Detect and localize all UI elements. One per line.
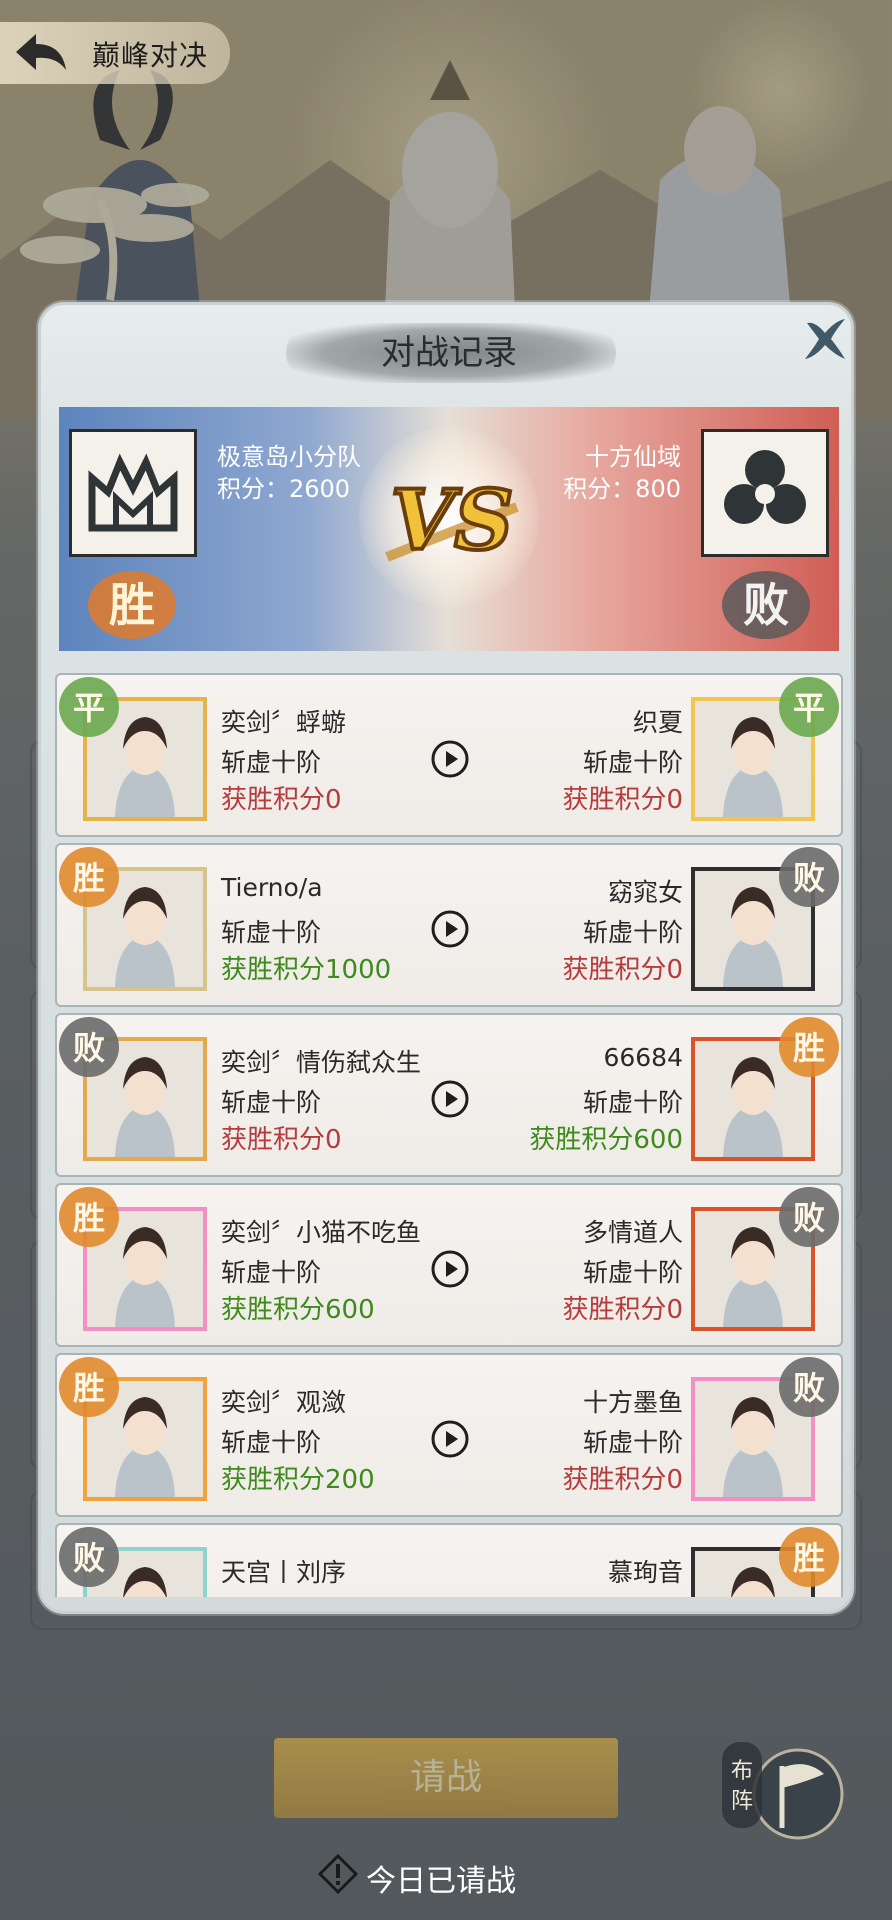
svg-text:胜: 胜	[793, 1029, 825, 1067]
right-team-name: 十方仙域	[585, 443, 681, 471]
right-result-seal: 败	[777, 1355, 841, 1419]
replay-play-icon[interactable]	[430, 1419, 470, 1459]
warning-diamond-icon	[318, 1854, 358, 1894]
left-result-seal: 败	[57, 1015, 121, 1079]
left-player-points: 获胜积分1000	[221, 955, 392, 985]
right-player-name: 窈窕女	[607, 878, 683, 907]
daily-note-text: 今日已请战	[366, 1864, 516, 1899]
svg-text:平: 平	[793, 689, 825, 727]
svg-text:败: 败	[73, 1029, 105, 1067]
record-row: 胜奕剑〞小猫不吃鱼 斩虚十阶 获胜积分600 多情道人 斩虚十阶 获胜积分0 败	[55, 1183, 843, 1347]
svg-text:败: 败	[793, 1369, 825, 1407]
left-player-rank: 斩虚十阶	[221, 1428, 322, 1457]
left-team-result-seal: 胜	[87, 565, 177, 643]
svg-text:败: 败	[743, 578, 789, 632]
dialog-title: 对战记录	[381, 333, 517, 373]
formation-flag-icon: 布 阵	[722, 1742, 844, 1840]
right-player-rank: 斩虚十阶	[582, 1428, 683, 1457]
right-result-seal: 平	[777, 675, 841, 739]
right-player-rank: 斩虚十阶	[582, 748, 683, 777]
svg-text:胜: 胜	[109, 578, 155, 632]
record-row: 平奕剑〞蜉蝣斩虚十阶获胜积分0 织夏斩虚十阶获胜积分0 平	[55, 673, 843, 837]
left-team-score: 积分：2600	[217, 475, 351, 503]
left-player-rank: 斩虚十阶	[221, 1088, 322, 1117]
formation-button[interactable]: 布 阵	[716, 1736, 846, 1846]
replay-play-icon[interactable]	[430, 1249, 470, 1289]
record-row: 胜奕剑〞观潋斩虚十阶获胜积分200 十方墨鱼斩虚十阶获胜积分0 败	[55, 1353, 843, 1517]
right-team-result-seal: 败	[721, 565, 811, 643]
right-player-points: 获胜积分0	[562, 785, 683, 815]
svg-text:胜: 胜	[73, 1369, 105, 1407]
right-player-name: 66684	[603, 1043, 683, 1072]
left-player-name: 天宫丨刘序	[221, 1558, 347, 1587]
svg-text:平: 平	[73, 689, 105, 727]
left-player-rank: 斩虚十阶	[221, 748, 322, 777]
right-result-seal: 败	[777, 845, 841, 909]
back-arrow-icon	[16, 34, 66, 70]
svg-text:VS: VS	[391, 473, 514, 569]
right-result-seal: 胜	[777, 1015, 841, 1079]
battle-record-dialog: 对战记录 极意岛小分队 积分：2600 胜 VS 十方仙域 积分：800 败 平…	[38, 302, 854, 1614]
left-player-name: 奕剑〞观潋	[221, 1388, 347, 1417]
record-list[interactable]: 平奕剑〞蜉蝣 斩虚十阶 获胜积分0 织夏 斩虚十阶 获胜积分0 平胜 Tierno/a 斩虚十阶…	[55, 673, 843, 1597]
left-result-seal: 胜	[57, 1355, 121, 1419]
svg-text:胜: 胜	[73, 859, 105, 897]
svg-text:败: 败	[793, 1199, 825, 1237]
left-player-rank: 斩虚十阶	[221, 918, 322, 947]
replay-play-icon[interactable]	[430, 909, 470, 949]
left-player-name: 奕剑〞小猫不吃鱼	[221, 1218, 422, 1247]
left-player-points: 获胜积分0	[221, 1125, 342, 1155]
right-player-name: 织夏	[632, 708, 683, 737]
vs-emblem-icon: VS	[385, 471, 519, 571]
record-row: 胜 Tierno/a 斩虚十阶获胜积分1000 窈窕女斩虚十阶获胜积分0 败	[55, 843, 843, 1007]
right-result-seal: 败	[777, 1185, 841, 1249]
right-player-rank: 斩虚十阶	[582, 1258, 683, 1287]
left-player-rank: 斩虚十阶	[221, 1258, 322, 1287]
left-result-seal: 胜	[57, 845, 121, 909]
formation-label-2: 阵	[731, 1789, 753, 1814]
svg-text:胜: 胜	[73, 1199, 105, 1237]
record-row: 败天宫丨刘序 慕珣音 胜	[55, 1523, 843, 1597]
crown-emblem-icon	[88, 453, 178, 532]
right-result-seal: 胜	[777, 1525, 841, 1589]
vs-banner: 极意岛小分队 积分：2600 胜 VS 十方仙域 积分：800 败	[59, 407, 839, 651]
left-player-name: 奕剑〞情伤弑众生	[221, 1048, 422, 1077]
svg-text:败: 败	[73, 1539, 105, 1577]
right-player-rank: 斩虚十阶	[582, 918, 683, 947]
left-player-points: 获胜积分0	[221, 785, 342, 815]
right-player-points: 获胜积分600	[529, 1125, 683, 1155]
replay-play-icon[interactable]	[430, 739, 470, 779]
left-player-points: 获胜积分600	[221, 1295, 375, 1325]
left-result-seal: 胜	[57, 1185, 121, 1249]
right-player-points: 获胜积分0	[562, 1295, 683, 1325]
svg-text:败: 败	[793, 859, 825, 897]
back-button[interactable]: 巅峰对决	[0, 22, 230, 84]
right-player-name: 多情道人	[582, 1218, 683, 1247]
right-player-rank: 斩虚十阶	[582, 1088, 683, 1117]
close-icon[interactable]	[801, 315, 849, 363]
left-player-points: 获胜积分200	[221, 1465, 375, 1495]
record-row: 败奕剑〞情伤弑众生 斩虚十阶 获胜积分0 66684 斩虚十阶 获胜积分600 胜	[55, 1013, 843, 1177]
left-player-name: Tierno/a	[221, 873, 323, 902]
left-team-name: 极意岛小分队	[217, 443, 361, 471]
left-result-seal: 败	[57, 1525, 121, 1589]
right-team-score: 积分：800	[563, 475, 681, 503]
trefoil-emblem-icon	[724, 450, 806, 524]
left-team-emblem	[69, 429, 197, 557]
left-result-seal: 平	[57, 675, 121, 739]
formation-label-1: 布	[731, 1759, 753, 1784]
right-player-name: 慕珣音	[607, 1558, 683, 1587]
challenge-button[interactable]: 请战	[274, 1738, 618, 1818]
right-player-points: 获胜积分0	[562, 1465, 683, 1495]
page-title: 巅峰对决	[92, 39, 209, 72]
right-team-emblem	[701, 429, 829, 557]
right-player-name: 十方墨鱼	[582, 1388, 683, 1417]
left-player-name: 奕剑〞蜉蝣	[221, 708, 347, 737]
svg-text:胜: 胜	[793, 1539, 825, 1577]
right-player-points: 获胜积分0	[562, 955, 683, 985]
top-bar: 巅峰对决	[0, 22, 260, 88]
replay-play-icon[interactable]	[430, 1079, 470, 1119]
